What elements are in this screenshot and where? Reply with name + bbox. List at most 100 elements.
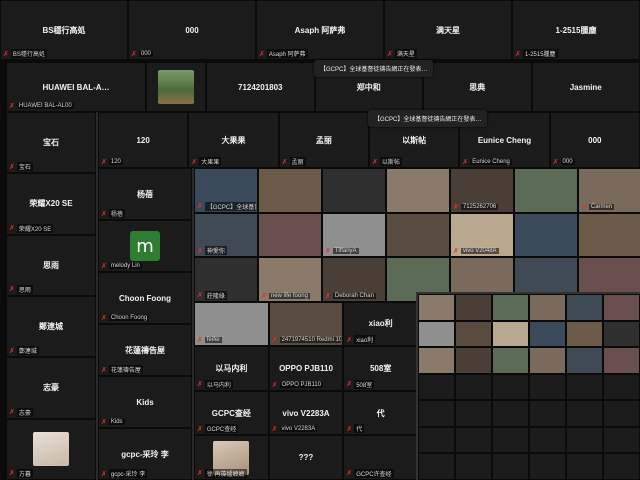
- participant-tile[interactable]: [529, 347, 566, 374]
- participant-tile[interactable]: 花蓮禱告屋 ✗ 花蓮禱告屋: [98, 324, 192, 376]
- participant-tile[interactable]: [322, 168, 386, 213]
- participant-tile[interactable]: [566, 294, 603, 321]
- participant-tile[interactable]: GCPC查经 ✗ GCPC查经: [194, 390, 269, 436]
- participant-tile[interactable]: [514, 168, 578, 213]
- participant-tile[interactable]: [418, 347, 455, 374]
- participant-tile[interactable]: [455, 453, 492, 480]
- participant-tile[interactable]: [418, 373, 455, 401]
- participant-tile[interactable]: ???: [268, 435, 344, 480]
- participant-tile[interactable]: Jasmine: [531, 62, 640, 112]
- participant-tile[interactable]: [529, 426, 566, 454]
- participant-tile[interactable]: [492, 294, 529, 321]
- participant-tile[interactable]: [566, 400, 603, 427]
- participant-tile[interactable]: BS穩行高処 ✗ BS穩行高処: [0, 0, 128, 60]
- participant-tile[interactable]: [455, 320, 492, 348]
- participant-tile[interactable]: [386, 168, 450, 213]
- participant-tile[interactable]: ✗ new life foong: [258, 257, 322, 302]
- participant-tile[interactable]: 508室 ✗ 508室: [343, 346, 418, 391]
- participant-tile[interactable]: ✗2471974510 Redmi 10C 4G: [268, 301, 344, 347]
- participant-tile[interactable]: [258, 168, 322, 213]
- participant-tile[interactable]: ✗ 7125262706: [450, 168, 514, 213]
- participant-tile[interactable]: HUAWEI BAL-A… ✗ HUAWEI BAL-AL00: [6, 62, 146, 112]
- notification-toast[interactable]: 【GCPC】全球基督徒禱告網正在發表…: [314, 60, 434, 77]
- participant-tile[interactable]: ✗ vivo V2048A: [450, 212, 514, 258]
- participant-tile[interactable]: [529, 320, 566, 348]
- participant-tile[interactable]: [566, 453, 603, 480]
- participant-tile[interactable]: ✗ GCPC许查经: [343, 435, 418, 480]
- participant-tile[interactable]: [529, 400, 566, 427]
- participant-tile[interactable]: 1-2515腫塵 ✗ 1-2515腫塵: [512, 0, 640, 60]
- participant-tile[interactable]: [492, 426, 529, 454]
- participant-tile[interactable]: xiao利 ✗ xiao利: [343, 301, 418, 347]
- participant-tile[interactable]: [492, 373, 529, 401]
- participant-tile[interactable]: ✗ Deborah Chan: [322, 257, 386, 302]
- participant-tile[interactable]: 7124201803: [206, 62, 315, 112]
- participant-tile[interactable]: Choon Foong ✗ Choon Foong: [98, 272, 192, 324]
- participant-tile[interactable]: [418, 400, 455, 427]
- participant-tile[interactable]: ✗ 徐 再藻爐嬷嬷: [194, 435, 269, 480]
- participant-tile[interactable]: 000 ✗ 000: [549, 112, 640, 168]
- participant-tile[interactable]: m ✗ melody Lin: [98, 220, 192, 272]
- participant-tile[interactable]: [492, 347, 529, 374]
- participant-tile[interactable]: 000 ✗ 000: [128, 0, 256, 60]
- participant-tile[interactable]: [603, 373, 640, 401]
- participant-tile[interactable]: 志豪 ✗ 志豪: [6, 357, 96, 419]
- participant-tile[interactable]: [418, 294, 455, 321]
- participant-tile[interactable]: ✗ Carmen: [578, 168, 640, 213]
- participant-tile[interactable]: 大果果 ✗ 大果果: [188, 112, 279, 168]
- participant-name: BS穩行高処: [42, 25, 86, 35]
- participant-tile[interactable]: [514, 212, 578, 258]
- participant-tile[interactable]: [603, 320, 640, 348]
- participant-tile[interactable]: 120 ✗ 120: [98, 112, 189, 168]
- participant-tile[interactable]: ✗ feifei: [194, 301, 269, 347]
- participant-tile[interactable]: OPPO PJB110 ✗ OPPO PJB110: [268, 346, 344, 391]
- participant-tile[interactable]: 思典: [423, 62, 532, 112]
- participant-tile[interactable]: [146, 62, 206, 112]
- participant-tile[interactable]: [492, 453, 529, 480]
- participant-tile[interactable]: gcpc-采玲 李 ✗ gcpc-采玲 李: [98, 428, 192, 480]
- participant-tile[interactable]: [603, 294, 640, 321]
- participant-tile[interactable]: [566, 426, 603, 454]
- participant-tile[interactable]: [386, 212, 450, 258]
- participant-tile[interactable]: [603, 400, 640, 427]
- participant-tile[interactable]: [455, 347, 492, 374]
- participant-tile[interactable]: 满天星 ✗ 满天星: [384, 0, 512, 60]
- participant-tile[interactable]: ✗【GCPC】全球基督徒禱告網: [194, 168, 258, 213]
- participant-tile[interactable]: ✗ TiffanyA: [322, 212, 386, 258]
- participant-tile[interactable]: [455, 426, 492, 454]
- participant-tile[interactable]: 鄭連城 ✗ 鄭連城: [6, 295, 96, 358]
- participant-tile[interactable]: [529, 294, 566, 321]
- participant-tile[interactable]: 以马内利 ✗ 以马内利: [194, 346, 269, 391]
- participant-tile[interactable]: [418, 320, 455, 348]
- participant-tile[interactable]: ✗ 神愛你: [194, 212, 258, 258]
- participant-tile[interactable]: 代 ✗ 代: [343, 390, 418, 436]
- participant-tile[interactable]: [455, 400, 492, 427]
- participant-tile[interactable]: [492, 320, 529, 348]
- participant-tile[interactable]: [455, 294, 492, 321]
- participant-tile[interactable]: 宝石 ✗ 宝石: [6, 112, 96, 174]
- participant-tile[interactable]: ✗ 方暮: [6, 418, 96, 480]
- participant-tile[interactable]: 思雨 ✗ 思雨: [6, 234, 96, 296]
- participant-tile[interactable]: [529, 373, 566, 401]
- participant-tile[interactable]: Kids ✗ Kids: [98, 376, 192, 428]
- participant-tile[interactable]: [529, 453, 566, 480]
- participant-tile[interactable]: Asaph 阿萨弗 ✗ Asaph 阿萨弗: [256, 0, 384, 60]
- participant-tile[interactable]: [578, 212, 640, 258]
- participant-tile[interactable]: [603, 426, 640, 454]
- participant-tile[interactable]: [418, 453, 455, 480]
- participant-tile[interactable]: [603, 453, 640, 480]
- participant-tile[interactable]: [455, 373, 492, 401]
- participant-tile[interactable]: [492, 400, 529, 427]
- participant-tile[interactable]: 杨蓓 ✗ 杨蓓: [98, 168, 192, 220]
- notification-toast[interactable]: 【GCPC】全球基督徒禱告網正在發表…: [368, 110, 488, 127]
- participant-tile[interactable]: vivo V2283A ✗ vivo V2283A: [268, 390, 344, 436]
- participant-tile[interactable]: [258, 212, 322, 258]
- participant-tile[interactable]: 荣耀X20 SE ✗ 荣耀X20 SE: [6, 173, 96, 235]
- participant-tile[interactable]: [566, 373, 603, 401]
- participant-tile[interactable]: [566, 347, 603, 374]
- participant-tile[interactable]: [418, 426, 455, 454]
- participant-tile[interactable]: [603, 347, 640, 374]
- participant-tile[interactable]: [566, 320, 603, 348]
- participant-tile[interactable]: ✗ 莊隆綠: [194, 257, 258, 302]
- participant-tile[interactable]: 孟丽 ✗ 孟丽: [278, 112, 369, 168]
